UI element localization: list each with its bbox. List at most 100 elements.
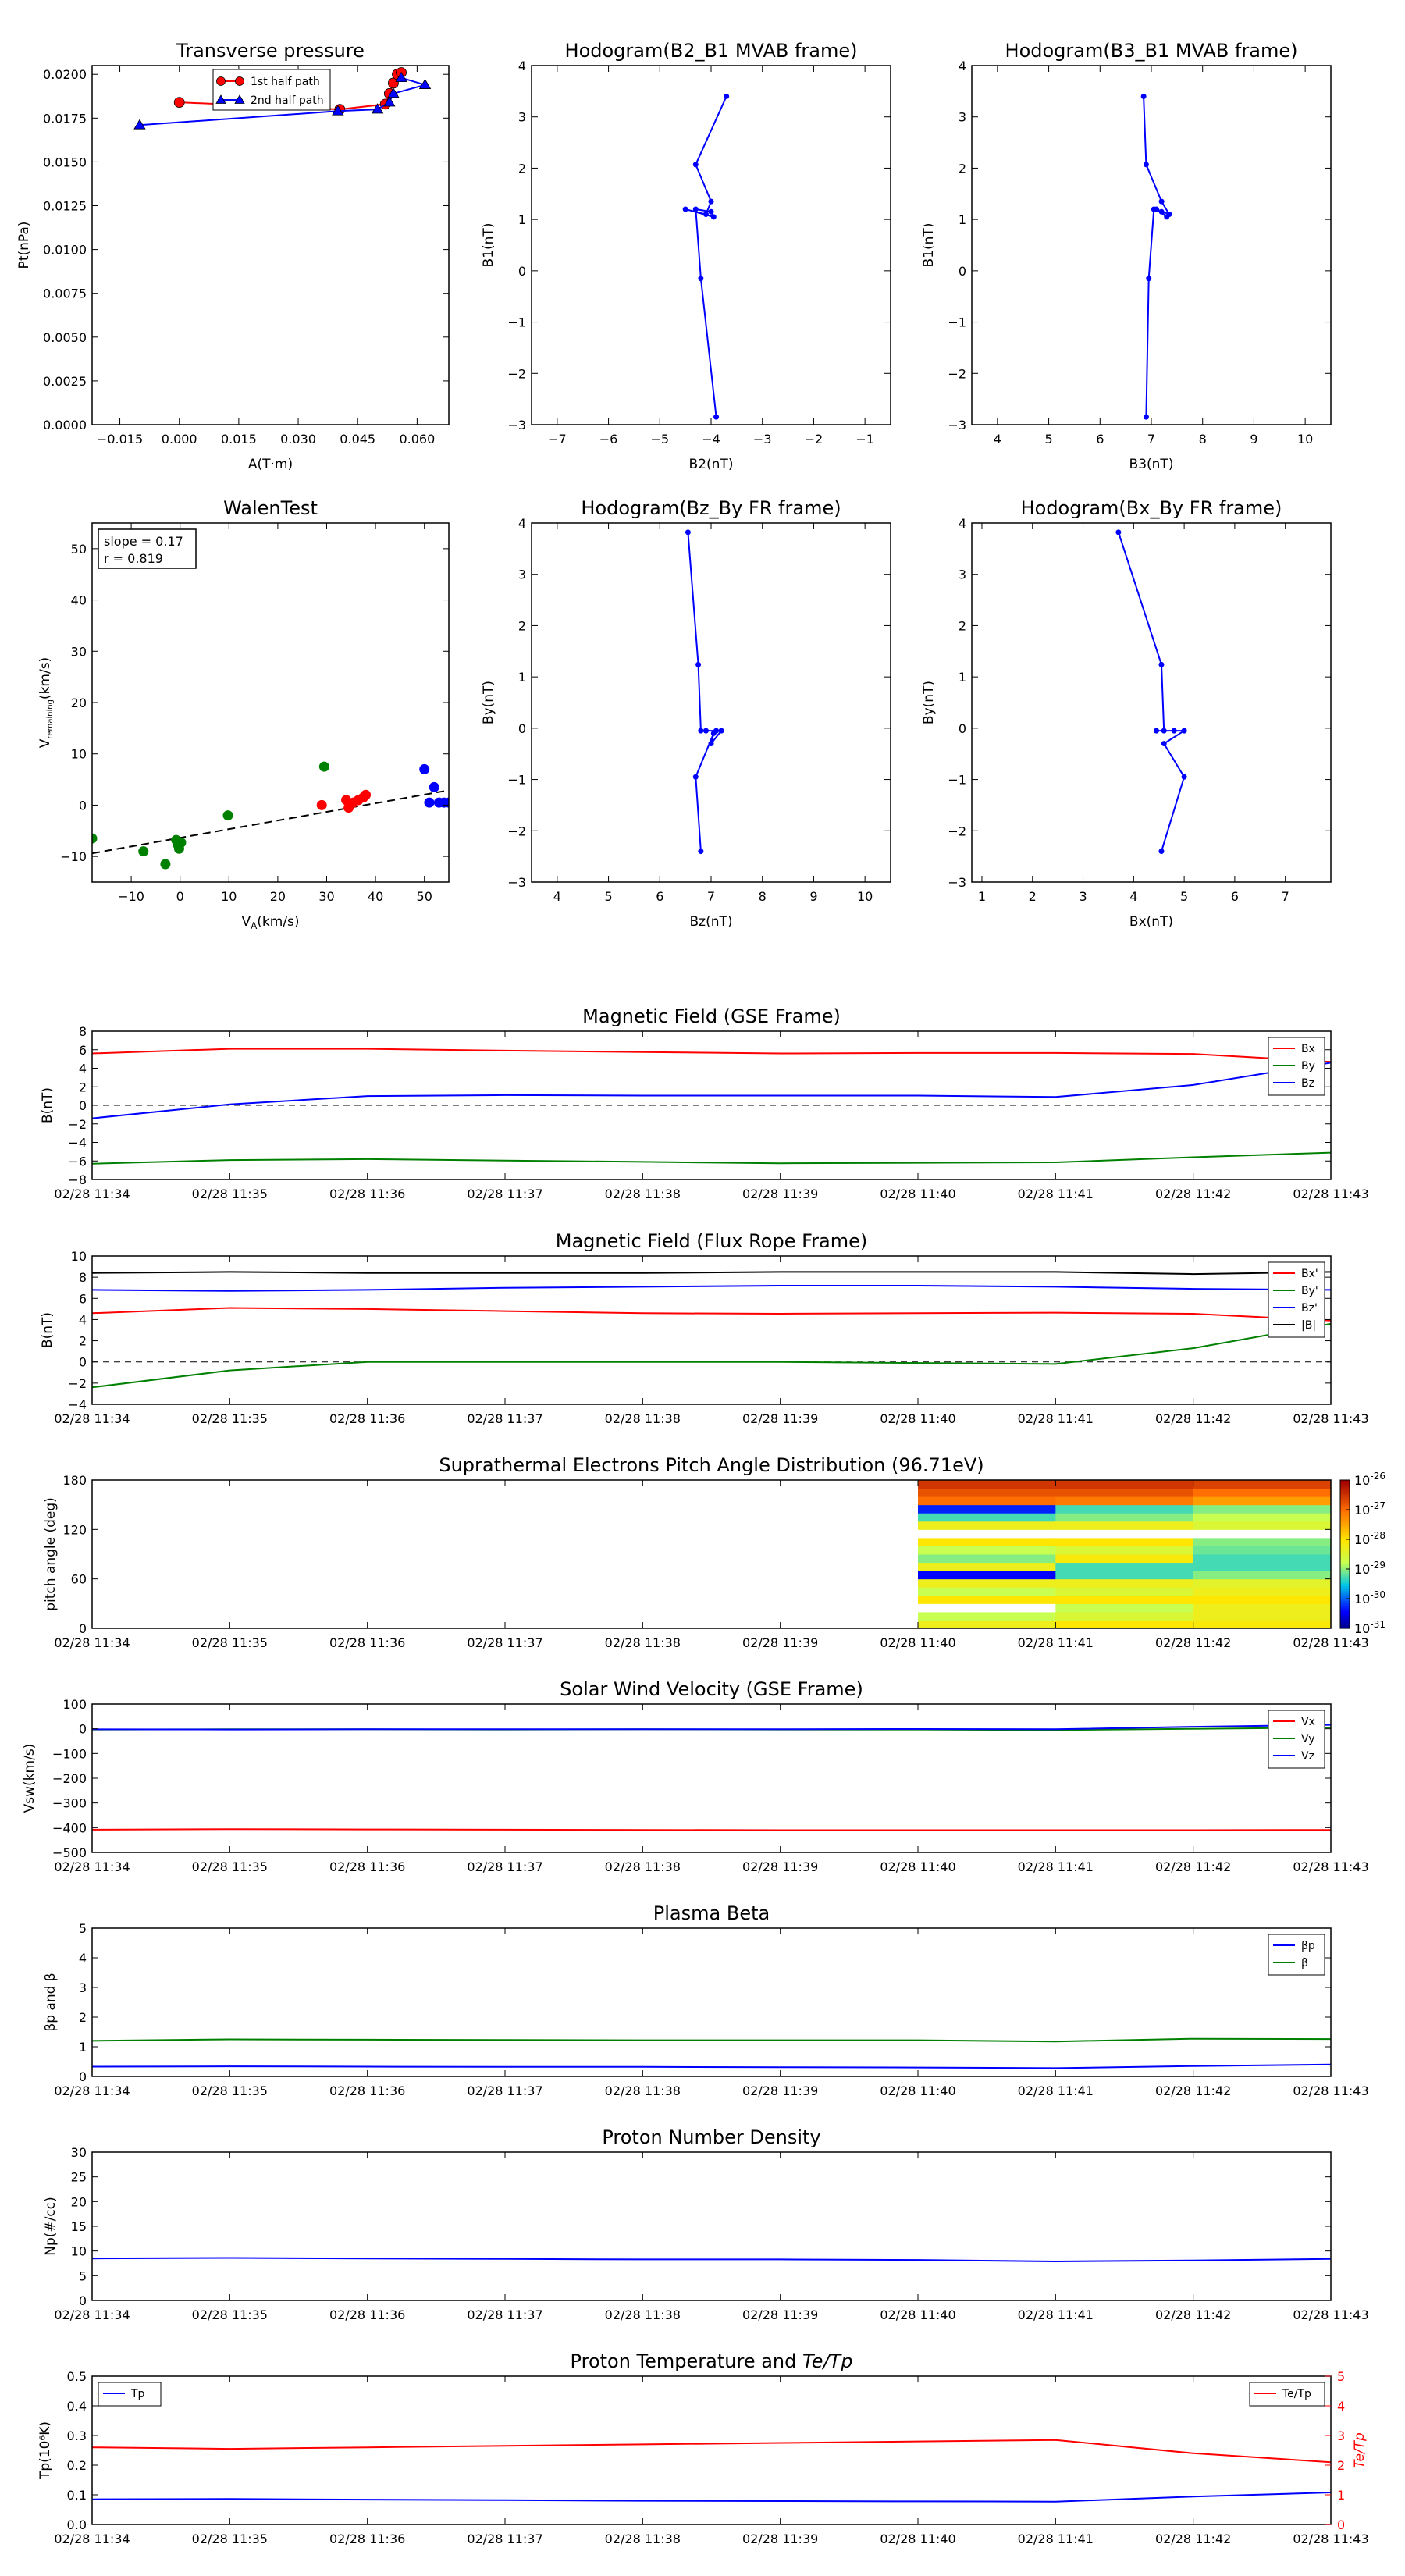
walen-y-tick-label: 30 [71, 644, 87, 659]
beta-y-tick-label: 3 [79, 1980, 87, 1995]
hodo3-data-point [692, 774, 699, 780]
walen-y-tick-label: 0 [79, 798, 87, 813]
hodo2-data-point [1143, 162, 1149, 168]
beta-time-tick-label: 02/28 11:39 [742, 2083, 818, 2098]
pad-colorbar-tick-exponent: -29 [1370, 1560, 1385, 1571]
hodo4-x-tick-label: 7 [1282, 889, 1289, 904]
tp-right-tick-label: 3 [1337, 2428, 1345, 2443]
hodo3-x-tick-label: 4 [553, 889, 561, 904]
hodo3-y-tick-label: 3 [518, 568, 526, 582]
hodo1-data-point [708, 198, 714, 205]
vsw-time-tick-label: 02/28 11:43 [1293, 1859, 1368, 1874]
hodo4-y-axis-label: By(nT) [921, 681, 937, 724]
walen-x-tick-label: 30 [318, 889, 334, 904]
np-title: Proton Number Density [602, 2126, 820, 2148]
mag_fr-time-tick-label: 02/28 11:34 [54, 1411, 130, 1426]
pad-time-tick-label: 02/28 11:38 [605, 1635, 681, 1650]
hodo4-x-tick-label: 5 [1180, 889, 1188, 904]
transverse-data-point [173, 97, 185, 109]
pad-heatmap-cell [1193, 1537, 1332, 1546]
vsw-legend-label: Vz [1301, 1750, 1314, 1763]
beta-series-βp [92, 2063, 1331, 2069]
hodo4-y-tick-label: 4 [959, 516, 966, 531]
vsw-y-tick-label: −300 [52, 1796, 87, 1811]
vsw-y-tick-label: −200 [52, 1771, 87, 1786]
pad-time-tick-label: 02/28 11:42 [1155, 1635, 1231, 1650]
tp-time-tick-label: 02/28 11:37 [467, 2532, 542, 2546]
hodo2-x-tick-label: 6 [1096, 432, 1104, 447]
walen-y-axis-label-sub: remaining [46, 699, 55, 739]
mag_fr-y-tick-label: 2 [79, 1334, 87, 1349]
pad-heatmap-cell [1193, 1620, 1332, 1629]
mag_gse-legend-label: Bz [1301, 1077, 1314, 1090]
np-time-tick-label: 02/28 11:34 [54, 2307, 130, 2322]
vsw-y-axis-label: Vsw(km/s) [22, 1744, 37, 1813]
beta-time-tick-label: 02/28 11:37 [467, 2083, 542, 2098]
pad-time-tick-label: 02/28 11:34 [54, 1635, 130, 1650]
pad-title: Suprathermal Electrons Pitch Angle Distr… [439, 1454, 984, 1476]
pad-heatmap-cell [918, 1529, 1056, 1539]
tp-series-Tp [92, 2492, 1331, 2503]
pad-colorbar-tick-base: 10 [1354, 1473, 1370, 1488]
mag_fr-time-tick-label: 02/28 11:35 [192, 1411, 268, 1426]
pad-colorbar-tick-exponent: -31 [1370, 1619, 1385, 1630]
hodo2-x-tick-label: 8 [1199, 432, 1207, 447]
hodo1-x-axis-label: B2(nT) [689, 457, 734, 472]
mag_gse-y-tick-label: −8 [68, 1172, 87, 1187]
hodo3-x-tick-label: 10 [857, 889, 873, 904]
hodo4-title: Hodogram(Bx_By FR frame) [1021, 497, 1282, 519]
tp-right-tick-label: 4 [1337, 2399, 1345, 2414]
pad-colorbar-tick-exponent: -26 [1370, 1471, 1385, 1482]
pad-heatmap-cell [1055, 1562, 1194, 1571]
pad-heatmap-cell [1193, 1578, 1332, 1588]
hodo2-data-point [1143, 414, 1149, 420]
tp-y-tick-label: 0.4 [67, 2399, 87, 2414]
transverse-y-tick-label: 0.0200 [43, 67, 87, 82]
hodo1-x-tick-label: −2 [805, 432, 823, 447]
tp-time-tick-label: 02/28 11:38 [605, 2532, 681, 2546]
walen-x-axis-label-unit: (km/s) [257, 914, 299, 930]
beta-time-tick-label: 02/28 11:34 [54, 2083, 130, 2098]
vsw-y-tick-label: 100 [62, 1697, 87, 1712]
mag_fr-legend-label: Bz' [1301, 1302, 1318, 1315]
mag_fr-time-tick-label: 02/28 11:43 [1293, 1411, 1368, 1426]
pad-heatmap-cell [918, 1578, 1056, 1588]
walen-x-tick-label: 20 [270, 889, 286, 904]
mag_gse-series-Bz [92, 1062, 1331, 1119]
vsw-time-tick-label: 02/28 11:40 [880, 1859, 955, 1874]
hodo4-y-tick-label: 2 [959, 618, 966, 633]
hodo1-y-tick-label: 1 [518, 212, 526, 227]
transverse-plot-frame [91, 65, 450, 425]
walen-y-tick-label: 40 [71, 593, 87, 608]
hodo3-y-tick-label: −1 [507, 773, 526, 788]
mag_gse-y-tick-label: −4 [68, 1136, 87, 1151]
pad-heatmap-cell [1055, 1513, 1194, 1522]
pad-heatmap-cell [1055, 1537, 1194, 1546]
beta-y-tick-label: 4 [79, 1951, 87, 1966]
vsw-y-tick-label: −500 [52, 1845, 87, 1860]
walen-data-point [419, 763, 430, 774]
tp-y-tick-label: 0.3 [67, 2428, 87, 2443]
mag_gse-series-By [92, 1151, 1331, 1165]
beta-plot-frame [91, 1927, 1332, 2077]
walen-x-tick-label: 0 [176, 889, 184, 904]
pad-colorbar-tick-exponent: -28 [1370, 1530, 1385, 1541]
pad-heatmap-cell [918, 1480, 1056, 1489]
hodo3-data-point [685, 529, 691, 535]
hodo3-data-point [695, 661, 702, 667]
mag_fr-series-By' [92, 1322, 1331, 1389]
mag_fr-legend-label: Bx' [1301, 1268, 1318, 1280]
pad-heatmap-cell [918, 1595, 1056, 1604]
beta-time-tick-label: 02/28 11:43 [1293, 2083, 1368, 2098]
mag_fr-y-tick-label: 4 [79, 1312, 87, 1327]
pad-time-tick-label: 02/28 11:41 [1018, 1635, 1094, 1650]
hodo1-data-point [710, 214, 717, 220]
tp-right-tick-label: 5 [1337, 2369, 1345, 2384]
walen-data-point [429, 781, 439, 792]
mag_fr-series-Bx' [92, 1307, 1331, 1322]
hodo1-y-tick-label: 0 [518, 264, 526, 279]
hodo1-data-point [698, 276, 704, 282]
pad-time-tick-label: 02/28 11:43 [1293, 1635, 1368, 1650]
pad-heatmap-cell [1193, 1587, 1332, 1596]
hodo1-data-point [708, 208, 714, 215]
